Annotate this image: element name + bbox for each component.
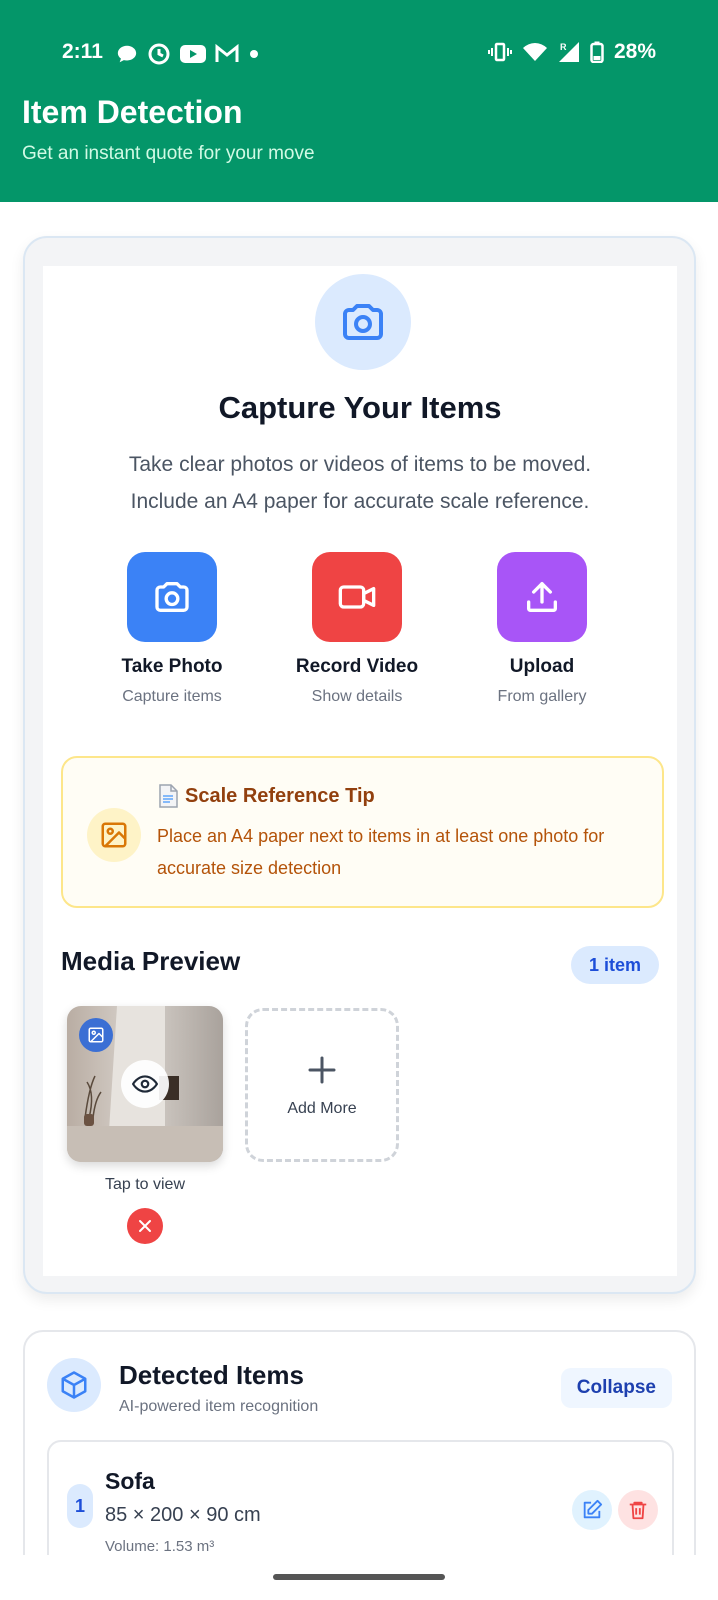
signal-icon: R (558, 42, 579, 62)
add-more-label: Add More (287, 1100, 357, 1117)
record-video-tile[interactable] (312, 552, 402, 642)
navigation-bar (0, 1555, 718, 1600)
tap-to-view-label: Tap to view (104, 1176, 186, 1193)
image-icon (87, 808, 141, 862)
status-time: 2:11 (62, 40, 103, 63)
sync-icon (148, 43, 170, 65)
item-index-badge: 1 (67, 1484, 93, 1528)
app-header: 2:11 R 28% Item Detection Get an instant… (0, 0, 718, 202)
box-icon (47, 1358, 101, 1412)
tip-title-text: Scale Reference Tip (185, 784, 375, 807)
item-name: Sofa (105, 1468, 155, 1494)
page-subtitle: Get an instant quote for your move (22, 143, 315, 164)
edit-item-button[interactable] (572, 1490, 612, 1530)
media-thumbnail[interactable] (67, 1006, 223, 1162)
svg-text:R: R (560, 42, 567, 52)
record-video-sub: Show details (311, 688, 403, 705)
dot-icon (250, 50, 258, 58)
gmail-icon (215, 44, 239, 62)
image-icon (79, 1018, 113, 1052)
camera-icon (315, 274, 411, 370)
capture-description: Take clear photos or videos of items to … (43, 446, 677, 520)
upload-button[interactable]: Upload From gallery (462, 552, 622, 706)
view-eye-icon[interactable] (121, 1060, 169, 1108)
scale-reference-tip: Scale Reference Tip Place an A4 paper ne… (61, 756, 664, 908)
camera-icon (155, 582, 189, 612)
upload-sub: From gallery (497, 688, 587, 705)
take-photo-label: Take Photo (121, 656, 223, 677)
item-volume: Volume: 1.53 m³ (105, 1538, 215, 1555)
collapse-button[interactable]: Collapse (560, 1368, 672, 1408)
take-photo-button[interactable]: Take Photo Capture items (92, 552, 252, 706)
record-video-button[interactable]: Record Video Show details (277, 552, 437, 706)
delete-item-button[interactable] (618, 1490, 658, 1530)
item-dimensions: 85 × 200 × 90 cm (105, 1504, 261, 1526)
record-video-label: Record Video (295, 656, 419, 677)
status-bar: 2:11 R 28% (0, 38, 718, 70)
battery-percent: 28% (613, 40, 656, 63)
tip-title: Scale Reference Tip (157, 784, 375, 808)
system-status: R 28% (487, 40, 656, 64)
remove-media-button[interactable] (127, 1208, 163, 1244)
capture-title: Capture Your Items (218, 390, 502, 425)
capture-card: Capture Your Items Take clear photos or … (23, 236, 696, 1294)
take-photo-tile[interactable] (127, 552, 217, 642)
edit-icon (583, 1499, 603, 1519)
upload-label: Upload (509, 656, 575, 677)
capture-card-content: Capture Your Items Take clear photos or … (43, 266, 677, 1276)
upload-icon (527, 582, 557, 612)
plus-icon (307, 1052, 337, 1092)
capture-desc-line2: Include an A4 paper for accurate scale r… (130, 490, 590, 513)
detected-items-subtitle: AI-powered item recognition (119, 1398, 319, 1415)
capture-desc-line1: Take clear photos or videos of items to … (128, 453, 592, 476)
close-icon (139, 1220, 151, 1232)
take-photo-sub: Capture items (122, 688, 222, 705)
trash-icon (629, 1501, 647, 1520)
vibrate-icon (487, 42, 512, 62)
page-title: Item Detection (22, 94, 243, 130)
chat-icon (117, 45, 137, 63)
video-camera-icon (338, 585, 376, 609)
battery-icon (590, 41, 604, 63)
add-more-button[interactable]: Add More (245, 1008, 399, 1162)
youtube-icon (180, 45, 206, 63)
media-preview-title: Media Preview (61, 946, 241, 976)
home-gesture-handle[interactable] (273, 1574, 445, 1580)
tip-text: Place an A4 paper next to items in at le… (157, 826, 605, 878)
media-count-badge: 1 item (570, 946, 659, 984)
notification-icons (116, 42, 260, 66)
detected-items-title: Detected Items (119, 1360, 304, 1390)
wifi-icon (522, 43, 547, 61)
upload-tile[interactable] (497, 552, 587, 642)
document-icon (159, 784, 178, 808)
